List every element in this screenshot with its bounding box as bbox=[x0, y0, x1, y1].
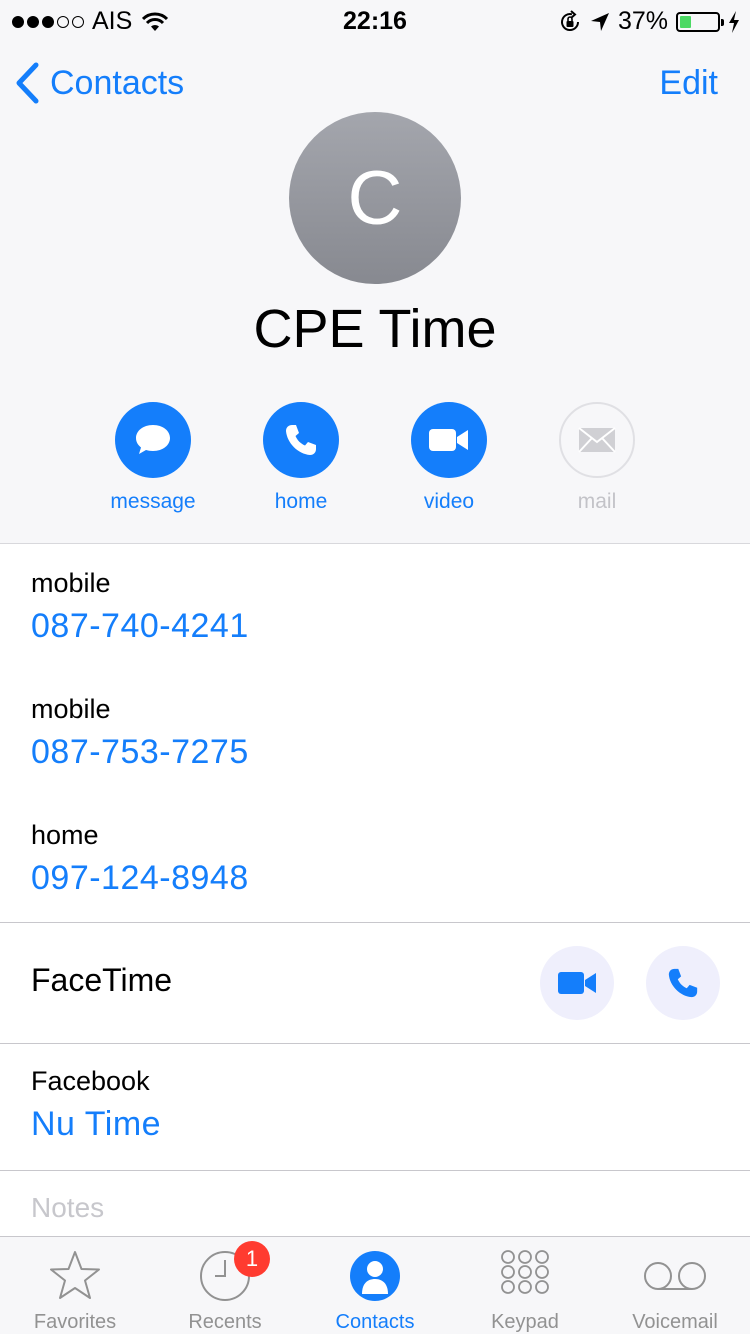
message-bubble-icon bbox=[115, 402, 191, 478]
home-call-action-button[interactable]: home bbox=[241, 402, 361, 514]
message-action-button[interactable]: message bbox=[93, 402, 213, 514]
home-call-action-label: home bbox=[274, 490, 328, 513]
tab-label: Contacts bbox=[335, 1311, 415, 1333]
divider bbox=[0, 1043, 750, 1044]
facetime-audio-button[interactable] bbox=[646, 946, 720, 1020]
video-camera-icon bbox=[411, 402, 487, 478]
tab-voicemail[interactable]: Voicemail bbox=[600, 1247, 750, 1334]
back-label: Contacts bbox=[50, 63, 185, 102]
charging-bolt-icon bbox=[729, 10, 739, 33]
mail-action-button[interactable]: mail bbox=[537, 402, 657, 514]
phone-entry-mobile-1[interactable]: mobile 087-740-4241 bbox=[31, 568, 249, 646]
phone-number[interactable]: 097-124-8948 bbox=[31, 859, 249, 898]
phone-label: home bbox=[31, 820, 99, 850]
avatar: C bbox=[289, 112, 461, 284]
status-bar: AIS 22:16 37% bbox=[0, 0, 750, 40]
tab-label: Voicemail bbox=[632, 1311, 718, 1333]
tab-recents[interactable]: 1 Recents bbox=[150, 1241, 300, 1334]
video-action-label: video bbox=[423, 490, 475, 513]
facetime-label: FaceTime bbox=[31, 962, 173, 998]
phone-label: mobile bbox=[31, 568, 111, 598]
video-camera-icon bbox=[558, 972, 596, 994]
avatar-initial: C bbox=[347, 155, 403, 241]
phone-number[interactable]: 087-753-7275 bbox=[31, 733, 249, 772]
orientation-lock-icon bbox=[560, 9, 579, 31]
phone-entry-home[interactable]: home 097-124-8948 bbox=[31, 820, 249, 898]
phone-icon bbox=[263, 402, 339, 478]
location-arrow-icon bbox=[590, 12, 609, 31]
tab-keypad[interactable]: Keypad bbox=[450, 1247, 600, 1334]
battery-percent: 37% bbox=[617, 7, 668, 35]
phone-number[interactable]: 087-740-4241 bbox=[31, 607, 249, 646]
divider bbox=[0, 1170, 750, 1171]
phone-icon bbox=[668, 968, 698, 998]
tab-contacts[interactable]: Contacts bbox=[300, 1247, 450, 1334]
tab-favorites[interactable]: Favorites bbox=[0, 1247, 150, 1334]
keypad-icon bbox=[501, 1250, 549, 1294]
star-icon bbox=[50, 1251, 100, 1299]
message-action-label: message bbox=[110, 490, 196, 513]
contact-name: CPE Time bbox=[253, 299, 497, 359]
social-value[interactable]: Nu Time bbox=[31, 1105, 161, 1144]
mail-action-label: mail bbox=[577, 490, 617, 513]
facetime-video-button[interactable] bbox=[540, 946, 614, 1020]
social-entry-facebook[interactable]: Facebook Nu Time bbox=[31, 1066, 161, 1144]
divider bbox=[0, 922, 750, 923]
battery-icon bbox=[676, 11, 724, 32]
tab-label: Recents bbox=[188, 1311, 262, 1333]
edit-button[interactable]: Edit bbox=[659, 64, 718, 103]
contact-header: AIS 22:16 37% Contacts Edit C CPE Time m… bbox=[0, 0, 750, 544]
back-button[interactable]: Contacts bbox=[14, 62, 184, 104]
chevron-left-icon bbox=[16, 62, 39, 104]
phone-entry-mobile-2[interactable]: mobile 087-753-7275 bbox=[31, 694, 249, 772]
recents-badge: 1 bbox=[234, 1241, 270, 1277]
envelope-icon bbox=[559, 402, 635, 478]
person-icon bbox=[350, 1251, 400, 1301]
social-label: Facebook bbox=[31, 1066, 150, 1096]
video-action-button[interactable]: video bbox=[389, 402, 509, 514]
tab-label: Favorites bbox=[33, 1311, 117, 1333]
tab-label: Keypad bbox=[491, 1311, 559, 1333]
voicemail-icon bbox=[644, 1262, 706, 1290]
notes-field[interactable]: Notes bbox=[31, 1192, 104, 1224]
phone-label: mobile bbox=[31, 694, 111, 724]
tab-bar: Favorites 1 Recents Contacts Keypad Voic… bbox=[0, 1236, 750, 1334]
